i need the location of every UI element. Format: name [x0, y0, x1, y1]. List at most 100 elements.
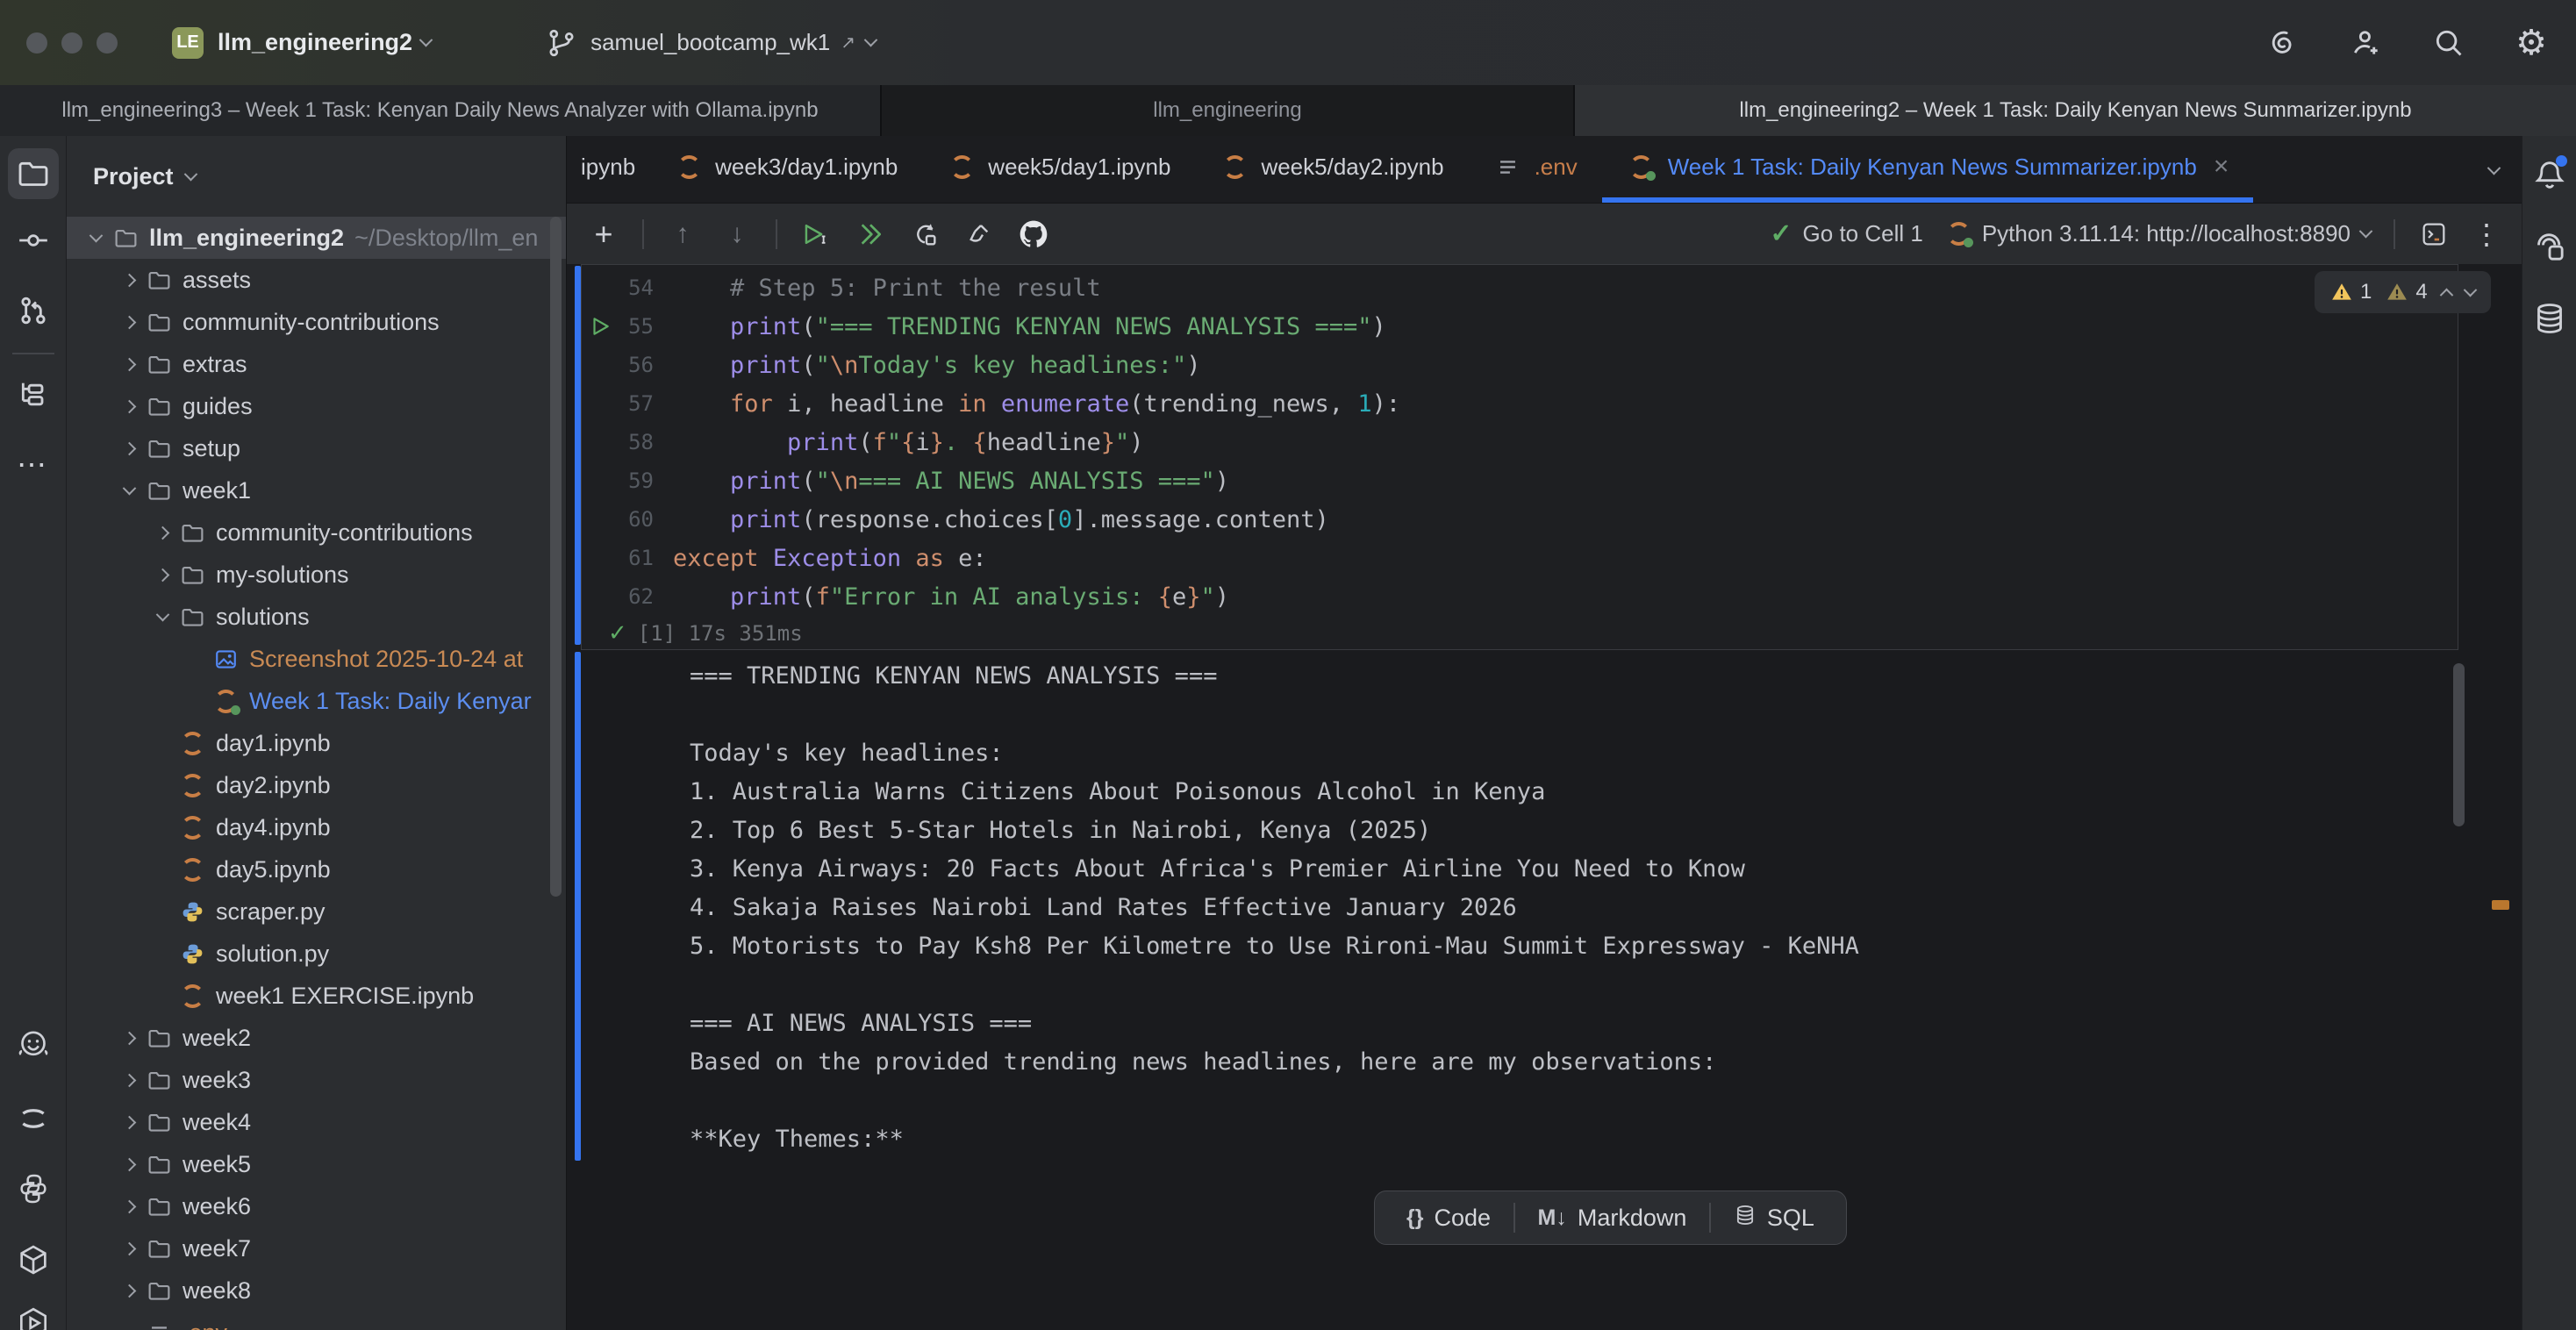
kernel-selector[interactable]: Python 3.11.14: http://localhost:8890	[1946, 220, 2371, 247]
tree-row[interactable]: llm_engineering2~/Desktop/llm_en	[67, 217, 566, 259]
tree-row[interactable]: week3	[67, 1059, 566, 1101]
tree-row[interactable]: week8	[67, 1269, 566, 1312]
error-stripe-warning-mark[interactable]	[2492, 900, 2509, 910]
more-options-icon[interactable]: ⋮	[2472, 218, 2501, 251]
tree-chevron-icon[interactable]	[114, 1202, 144, 1212]
close-tab-icon[interactable]: ×	[2214, 154, 2229, 180]
tree-chevron-icon[interactable]	[114, 275, 144, 285]
tree-row[interactable]: community-contributions	[67, 301, 566, 343]
move-cell-down-icon[interactable]: ↓	[721, 218, 753, 250]
database-tool-icon[interactable]	[2530, 299, 2569, 338]
project-tool-icon[interactable]	[8, 148, 59, 199]
window-tab-active[interactable]: llm_engineering2 – Week 1 Task: Daily Ke…	[1575, 85, 2576, 136]
tree-row[interactable]: week6	[67, 1185, 566, 1227]
tree-chevron-icon[interactable]	[114, 318, 144, 327]
tree-chevron-icon[interactable]	[114, 402, 144, 411]
code-line[interactable]: 55 print("=== TRENDING KENYAN NEWS ANALY…	[582, 307, 2458, 346]
tree-chevron-icon[interactable]	[147, 528, 177, 538]
close-window-icon[interactable]	[26, 32, 47, 54]
pull-requests-icon[interactable]	[13, 290, 54, 331]
add-markdown-cell-button[interactable]: M↓ Markdown	[1515, 1191, 1710, 1244]
code-line[interactable]: 56 print("\nToday's key headlines:")	[582, 346, 2458, 384]
window-tab[interactable]: llm_engineering3 – Week 1 Task: Kenyan D…	[0, 85, 882, 136]
editor-tab[interactable]: ipynb	[567, 136, 649, 203]
tree-row[interactable]: my-solutions	[67, 554, 566, 596]
editor-tab[interactable]: week5/day1.ipynb	[922, 136, 1195, 203]
code-line[interactable]: 58 print(f"{i}. {headline}")	[582, 423, 2458, 461]
code-line[interactable]: 59 print("\n=== AI NEWS ANALYSIS ===")	[582, 461, 2458, 500]
search-everywhere-icon[interactable]	[2430, 25, 2467, 61]
project-avatar[interactable]: LE	[172, 27, 204, 59]
project-selector[interactable]: llm_engineering2	[218, 29, 412, 56]
tree-chevron-icon[interactable]	[114, 1286, 144, 1296]
tree-chevron-icon[interactable]	[114, 1118, 144, 1127]
tree-row[interactable]: solution.py	[67, 933, 566, 975]
code-editor[interactable]: 54 # Step 5: Print the result55 print("=…	[582, 265, 2458, 616]
warning-count-weak[interactable]: 4	[2386, 280, 2427, 304]
structure-tool-icon[interactable]	[13, 375, 54, 415]
code-line[interactable]: 61except Exception as e:	[582, 539, 2458, 577]
python-packages-icon[interactable]	[13, 1240, 54, 1280]
tree-chevron-icon[interactable]	[114, 360, 144, 369]
tree-row[interactable]: week1 EXERCISE.ipynb	[67, 975, 566, 1017]
tree-row[interactable]: guides	[67, 385, 566, 427]
tree-chevron-icon[interactable]	[147, 570, 177, 580]
vcs-branch-widget[interactable]: samuel_bootcamp_wk1 ↗	[543, 25, 876, 61]
inspections-widget[interactable]: 1 4	[2315, 271, 2491, 313]
tree-row[interactable]: week2	[67, 1017, 566, 1059]
window-controls[interactable]	[26, 32, 118, 54]
run-cell-select-next-icon[interactable]	[800, 218, 832, 250]
run-all-cells-icon[interactable]	[855, 218, 886, 250]
radar-inspect-icon[interactable]	[2530, 227, 2569, 266]
tree-chevron-icon[interactable]	[114, 1033, 144, 1043]
run-hexagon-icon[interactable]	[13, 1303, 54, 1330]
tree-row[interactable]: week4	[67, 1101, 566, 1143]
restart-kernel-icon[interactable]	[909, 218, 941, 250]
tree-chevron-icon[interactable]	[114, 1076, 144, 1085]
add-cell-icon[interactable]: +	[588, 218, 619, 250]
minimize-window-icon[interactable]	[61, 32, 82, 54]
tree-chevron-icon[interactable]	[114, 1244, 144, 1254]
tree-row[interactable]: week1	[67, 469, 566, 511]
editor-tab[interactable]: week5/day2.ipynb	[1195, 136, 1468, 203]
code-line[interactable]: 54 # Step 5: Print the result	[582, 268, 2458, 307]
code-cell[interactable]: 54 # Step 5: Print the result55 print("=…	[581, 264, 2458, 650]
tree-row[interactable]: solutions	[67, 596, 566, 638]
project-tree-scrollbar[interactable]	[550, 217, 562, 897]
python-console-icon[interactable]	[13, 1169, 54, 1209]
ai-assistant-icon[interactable]	[2265, 25, 2302, 61]
more-tools-icon[interactable]: ⋯	[13, 445, 54, 485]
tree-row[interactable]: week7	[67, 1227, 566, 1269]
previous-problem-icon[interactable]	[2439, 288, 2453, 302]
project-panel-header[interactable]: Project	[67, 136, 566, 217]
add-code-cell-button[interactable]: {} Code	[1384, 1191, 1513, 1244]
tree-row[interactable]: scraper.py	[67, 890, 566, 933]
tree-chevron-icon[interactable]	[81, 233, 111, 243]
window-tab[interactable]: llm_engineering	[882, 85, 1575, 136]
jupyter-console-icon[interactable]	[2418, 218, 2450, 250]
add-sql-cell-button[interactable]: SQL	[1711, 1191, 1837, 1244]
tree-row[interactable]: .env	[67, 1312, 566, 1330]
output-scrollbar[interactable]	[2453, 663, 2465, 826]
maximize-window-icon[interactable]	[97, 32, 118, 54]
next-problem-icon[interactable]	[2463, 282, 2477, 297]
tree-chevron-icon[interactable]	[114, 486, 144, 496]
tree-row[interactable]: setup	[67, 427, 566, 469]
tree-row[interactable]: day2.ipynb	[67, 764, 566, 806]
hidden-tabs-chevron-icon[interactable]	[2489, 164, 2499, 180]
editor-tab[interactable]: .env	[1469, 136, 1602, 203]
notifications-bell-icon[interactable]	[2530, 155, 2569, 194]
huggingface-icon[interactable]	[13, 1025, 54, 1065]
tree-row[interactable]: day4.ipynb	[67, 806, 566, 848]
tree-chevron-icon[interactable]	[114, 444, 144, 454]
tree-row[interactable]: day1.ipynb	[67, 722, 566, 764]
tree-chevron-icon[interactable]	[114, 1160, 144, 1169]
jupyter-tool-icon[interactable]	[13, 1098, 54, 1139]
tree-row[interactable]: Week 1 Task: Daily Kenyar	[67, 680, 566, 722]
editor-tab-active[interactable]: Week 1 Task: Daily Kenyan News Summarize…	[1602, 136, 2254, 203]
settings-gear-icon[interactable]: ⚙	[2513, 25, 2550, 61]
tree-row[interactable]: Screenshot 2025-10-24 at	[67, 638, 566, 680]
editor-tab[interactable]: week3/day1.ipynb	[649, 136, 922, 203]
tree-chevron-icon[interactable]	[147, 612, 177, 622]
warning-count-strong[interactable]: 1	[2330, 280, 2372, 304]
